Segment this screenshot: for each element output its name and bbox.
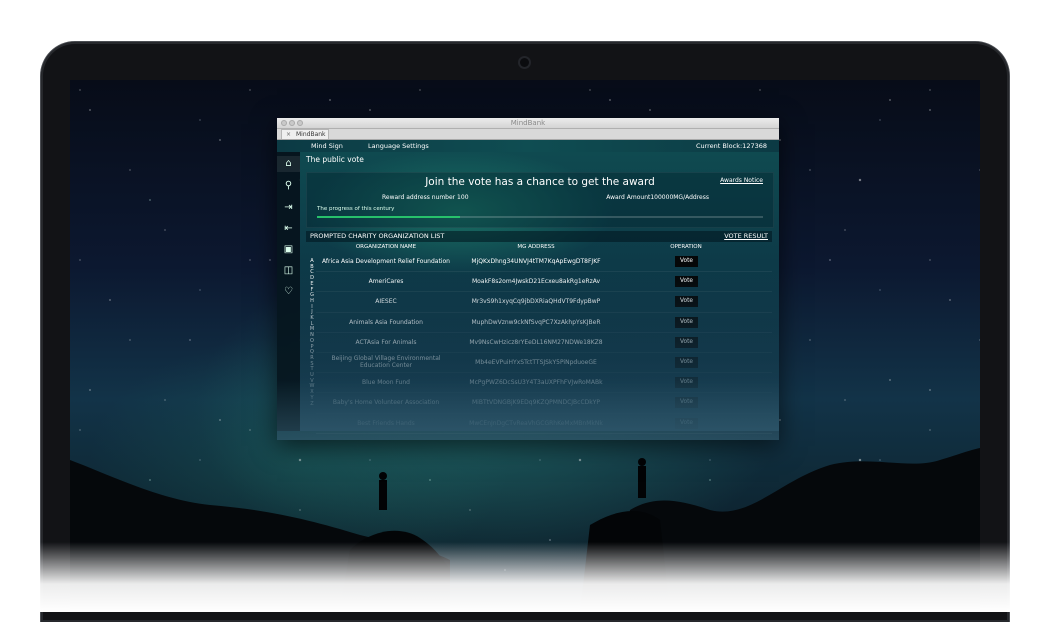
alphabet-letter[interactable]: Z bbox=[309, 401, 315, 408]
organization-name: ACTAsia For Animals bbox=[355, 338, 417, 346]
home-icon: ⌂ bbox=[285, 158, 292, 169]
tab-bar: × MindBank bbox=[277, 129, 779, 140]
vote-button[interactable]: Vote bbox=[675, 276, 698, 288]
tab-label: MindBank bbox=[296, 131, 326, 138]
current-block-readout: Current Block:127368 bbox=[695, 142, 767, 150]
export-icon: ⇥ bbox=[284, 202, 293, 213]
reward-address-number: Reward address number 100 bbox=[382, 194, 469, 201]
mindbank-window: MindBank × MindBank Mind Sign Language S… bbox=[277, 118, 779, 440]
table-row: Beijing Global Village Environmental Edu… bbox=[316, 353, 772, 374]
table-row: ACTAsia For Animals Mv9NsCwHzicz8rYEeDL16… bbox=[316, 333, 772, 353]
table-row: Animals Asia Foundation MuphDwVznw9ckNfSv… bbox=[316, 313, 772, 333]
table-row: Africa Asia Development Relief Foundatio… bbox=[316, 252, 772, 273]
sidebar-item-home[interactable]: ⌂ bbox=[277, 156, 300, 172]
wallet-icon: ⚲ bbox=[284, 180, 293, 191]
vote-button[interactable]: Vote bbox=[675, 377, 698, 389]
document-icon: ▣ bbox=[283, 244, 294, 255]
mg-address: MoakF8s2om4JwskD21Ecxeu8akRg1eRzAv bbox=[471, 278, 601, 286]
tab-mindbank[interactable]: × MindBank bbox=[281, 129, 329, 139]
import-icon: ⇤ bbox=[284, 223, 293, 234]
progress-label: The progress of this century bbox=[317, 206, 395, 212]
vote-button[interactable]: Vote bbox=[675, 296, 698, 308]
table-row: Blue Moon Fund McPgPWZ6DcSsU3Y4T3aUXPFhFV… bbox=[316, 373, 772, 394]
window-body: ⌂ ⚲ ⇥ ⇤ ▣ ◫ ♡ The public vote Join the v… bbox=[277, 152, 779, 434]
sidebar-item-wallet[interactable]: ⚲ bbox=[280, 178, 297, 194]
sidebar-item-charity[interactable]: ♡ bbox=[280, 284, 297, 300]
vote-button[interactable]: Vote bbox=[675, 417, 698, 429]
award-headline: Join the vote has a chance to get the aw… bbox=[425, 176, 655, 188]
organization-name: Best Friends Hands bbox=[357, 419, 415, 427]
laptop-reflection bbox=[0, 542, 1050, 612]
mg-address: MuphDwVznw9ckNfSvqPC7XzAkhpYsKJBeR bbox=[471, 318, 601, 326]
mg-address: MwCEnJnDgCTvReaVhGCGRhKeMxMBnMkNk bbox=[469, 419, 603, 427]
column-header-address: MG ADDRESS bbox=[517, 244, 555, 250]
menu-bar: Mind Sign Language Settings Current Bloc… bbox=[277, 140, 779, 152]
charity-list-header: PROMPTED CHARITY ORGANIZATION LIST VOTE … bbox=[306, 231, 772, 242]
progress-bar bbox=[317, 216, 763, 218]
awards-notice-link[interactable]: Awards Notice bbox=[720, 177, 763, 184]
window-title: MindBank bbox=[510, 119, 546, 127]
vote-button[interactable]: Vote bbox=[675, 336, 698, 348]
vote-button[interactable]: Vote bbox=[675, 316, 698, 328]
column-header-organization: ORGANIZATION NAME bbox=[355, 244, 417, 250]
charity-list-title: PROMPTED CHARITY ORGANIZATION LIST bbox=[310, 232, 445, 240]
main-panel: The public vote Join the vote has a chan… bbox=[300, 152, 779, 434]
mg-address: Mb4eEVPuiHYxSTctTTSJSkY5PiNpduoeGE bbox=[475, 358, 597, 366]
award-amount: Award Amount100000MG/Address bbox=[606, 194, 709, 201]
gift-icon: ◫ bbox=[283, 265, 294, 276]
organization-name: AIESEC bbox=[375, 298, 397, 306]
mg-address: Mv9NsCwHzicz8rYEeDL16NM27NDWe18KZ8 bbox=[469, 338, 603, 346]
sidebar-item-gift[interactable]: ◫ bbox=[280, 263, 297, 279]
window-titlebar: MindBank bbox=[277, 118, 779, 129]
award-card: Join the vote has a chance to get the aw… bbox=[306, 172, 774, 228]
organization-name: Blue Moon Fund bbox=[362, 379, 410, 387]
sidebar: ⌂ ⚲ ⇥ ⇤ ▣ ◫ ♡ bbox=[277, 152, 300, 431]
alphabet-index: ABCDEFGHIJKLMNOPQRSTUVWXYZ bbox=[309, 258, 315, 408]
column-header-operation: OPERATION bbox=[670, 244, 702, 250]
vote-button[interactable]: Vote bbox=[675, 356, 698, 368]
table-row: AIESEC Mr3vS9h1xyqCq9jbDXRiaQHdVT9FdypBwP… bbox=[316, 292, 772, 313]
organization-name: AmeriCares bbox=[368, 278, 404, 286]
menu-language-settings[interactable]: Language Settings bbox=[368, 140, 429, 152]
progress-bar-fill bbox=[317, 216, 460, 218]
table-row: Best Friends Hands MwCEnJnDgCTvReaVhGCGRh… bbox=[316, 414, 772, 434]
tab-close-icon[interactable]: × bbox=[286, 130, 291, 139]
organization-name: Africa Asia Development Relief Foundatio… bbox=[322, 258, 450, 265]
sidebar-item-document[interactable]: ▣ bbox=[280, 242, 297, 258]
mg-address: Mr3vS9h1xyqCq9jbDXRiaQHdVT9FdypBwP bbox=[471, 298, 601, 306]
mg-address: MjQKxDhng34UNVJ4tTM7KqApEwgDT8FJKF bbox=[471, 258, 601, 265]
sidebar-item-export[interactable]: ⇥ bbox=[280, 200, 297, 216]
organization-name: Baby's Home Volunteer Association bbox=[332, 399, 440, 407]
menu-mind-sign[interactable]: Mind Sign bbox=[311, 140, 343, 152]
organization-name: Beijing Global Village Environmental Edu… bbox=[331, 355, 441, 370]
charity-list: PROMPTED CHARITY ORGANIZATION LIST VOTE … bbox=[306, 231, 772, 434]
mg-address: MiBTtVDNGBjK9EDq9KZQPMNDCJBcCDkYP bbox=[471, 399, 601, 407]
page-title: The public vote bbox=[306, 155, 364, 164]
heart-icon: ♡ bbox=[284, 286, 293, 297]
vote-button[interactable]: Vote bbox=[675, 256, 698, 267]
table-row: Baby's Home Volunteer Association MiBTtVD… bbox=[316, 393, 772, 414]
vote-result-link[interactable]: VOTE RESULT bbox=[724, 231, 768, 242]
vote-button[interactable]: Vote bbox=[675, 397, 698, 409]
camera-icon bbox=[520, 58, 529, 67]
organization-name: Animals Asia Foundation bbox=[349, 318, 423, 326]
mg-address: McPgPWZ6DcSsU3Y4T3aUXPFhFVJwRoMABk bbox=[469, 379, 603, 387]
table-row: AmeriCares MoakF8s2om4JwskD21Ecxeu8akRg1e… bbox=[316, 272, 772, 293]
charity-rows: Africa Asia Development Relief Foundatio… bbox=[316, 252, 772, 434]
sidebar-item-import[interactable]: ⇤ bbox=[280, 221, 297, 237]
